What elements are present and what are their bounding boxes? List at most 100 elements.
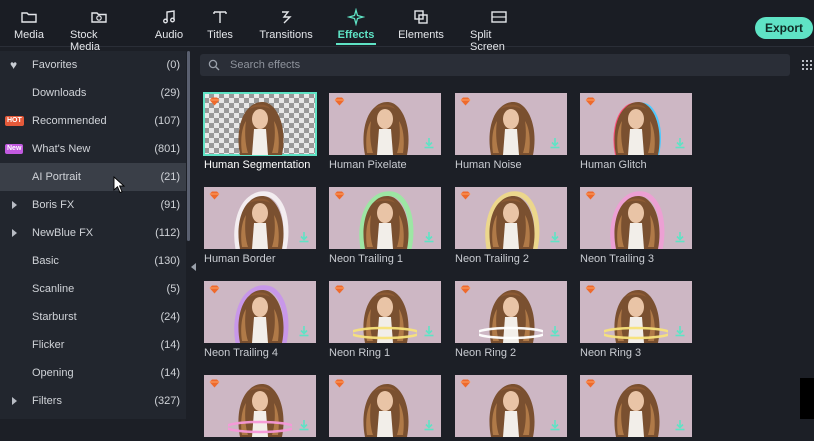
effect-name: Neon Trailing 1 <box>329 253 403 265</box>
tab-split-screen[interactable]: Split Screen <box>470 0 528 53</box>
sidebar-item-count: (5) <box>166 283 180 295</box>
effect-card[interactable]: Neon Ring 2 <box>455 281 567 359</box>
tab-audio[interactable]: Audio <box>154 0 184 46</box>
download-icon[interactable] <box>549 419 561 431</box>
portrait-thumbnail-figure <box>604 289 668 343</box>
sidebar-item-newblue-fx[interactable]: NewBlue FX (112) <box>0 219 186 247</box>
tab-titles[interactable]: Titles <box>206 0 234 46</box>
effect-thumbnail[interactable] <box>455 375 567 437</box>
effect-thumbnail[interactable] <box>455 187 567 249</box>
effect-card[interactable]: Human Pixelate <box>329 93 441 171</box>
download-icon[interactable] <box>298 231 310 243</box>
download-icon[interactable] <box>423 231 435 243</box>
download-icon[interactable] <box>423 137 435 149</box>
effect-card[interactable] <box>580 375 692 441</box>
premium-gem-icon <box>585 379 596 388</box>
effect-card[interactable]: Human Noise <box>455 93 567 171</box>
download-icon[interactable] <box>549 231 561 243</box>
sidebar-item-count: (130) <box>154 255 180 267</box>
effect-card[interactable]: Neon Ring 1 <box>329 281 441 359</box>
premium-gem-icon <box>334 285 345 294</box>
download-icon[interactable] <box>549 325 561 337</box>
effect-card[interactable]: Human Segmentation <box>203 92 317 171</box>
effect-card[interactable] <box>455 375 567 441</box>
effect-thumbnail[interactable] <box>203 92 317 156</box>
effect-thumbnail[interactable] <box>204 375 316 437</box>
expand-arrow-icon[interactable] <box>12 397 17 405</box>
sidebar-item-starburst[interactable]: Starburst (24) <box>0 303 186 331</box>
effect-card[interactable]: Neon Trailing 2 <box>455 187 567 265</box>
sidebar-item-label: Flicker <box>32 339 65 351</box>
window-edge <box>800 378 814 419</box>
tab-label: Elements <box>398 29 444 41</box>
text-t-icon <box>211 8 229 26</box>
effect-card[interactable]: Neon Trailing 4 <box>204 281 316 359</box>
effect-thumbnail[interactable] <box>329 93 441 155</box>
sidebar-item-ai-portrait[interactable]: AI Portrait (21) <box>0 163 186 191</box>
download-icon[interactable] <box>298 419 310 431</box>
effect-card[interactable] <box>329 375 441 441</box>
effect-card[interactable]: Human Border <box>204 187 316 265</box>
sidebar-item-flicker[interactable]: Flicker (14) <box>0 331 186 359</box>
download-icon[interactable] <box>298 325 310 337</box>
download-icon[interactable] <box>549 137 561 149</box>
premium-gem-icon <box>334 97 345 106</box>
search-input[interactable] <box>228 58 772 72</box>
tab-stock-media[interactable]: Stock Media <box>70 0 128 53</box>
download-icon[interactable] <box>674 325 686 337</box>
effect-thumbnail[interactable] <box>204 281 316 343</box>
effect-thumbnail[interactable] <box>455 93 567 155</box>
portrait-thumbnail-figure <box>363 101 409 155</box>
tab-transitions[interactable]: Transitions <box>259 0 313 46</box>
download-icon[interactable] <box>674 231 686 243</box>
portrait-thumbnail-figure <box>359 191 414 249</box>
effect-card[interactable]: Neon Trailing 1 <box>329 187 441 265</box>
tab-label: Effects <box>337 29 375 41</box>
music-note-icon <box>160 8 178 26</box>
effect-thumbnail[interactable] <box>580 93 692 155</box>
tab-elements[interactable]: Elements <box>398 0 444 46</box>
expand-arrow-icon[interactable] <box>12 201 17 209</box>
sidebar-item-count: (801) <box>154 143 180 155</box>
effect-card[interactable] <box>204 375 316 441</box>
effect-thumbnail[interactable] <box>329 375 441 437</box>
export-button[interactable]: Export <box>755 17 813 39</box>
tab-label: Stock Media <box>70 29 100 53</box>
sidebar-item-downloads[interactable]: Downloads (29) <box>0 79 186 107</box>
tab-effects[interactable]: Effects <box>336 0 376 46</box>
expand-arrow-icon[interactable] <box>12 229 17 237</box>
effect-thumbnail[interactable] <box>580 187 692 249</box>
transitions-icon <box>277 8 295 26</box>
effect-thumbnail[interactable] <box>580 375 692 437</box>
effect-card[interactable]: Human Glitch <box>580 93 692 171</box>
effect-card[interactable]: Neon Trailing 3 <box>580 187 692 265</box>
effect-card[interactable]: Neon Ring 3 <box>580 281 692 359</box>
portrait-thumbnail-figure <box>228 383 292 437</box>
effect-thumbnail[interactable] <box>329 281 441 343</box>
effect-thumbnail[interactable] <box>580 281 692 343</box>
sidebar-scrollbar[interactable] <box>187 51 190 241</box>
effect-thumbnail[interactable] <box>329 187 441 249</box>
sidebar-item-favorites[interactable]: ♥ Favorites (0) <box>0 51 186 79</box>
download-icon[interactable] <box>423 419 435 431</box>
grid-view-icon[interactable] <box>802 59 814 71</box>
download-icon[interactable] <box>674 137 686 149</box>
sidebar-item-filters[interactable]: Filters (327) <box>0 387 186 415</box>
collapse-sidebar-icon[interactable] <box>191 263 196 271</box>
sidebar-item-label: Opening <box>32 367 74 379</box>
sidebar-item-scanline[interactable]: Scanline (5) <box>0 275 186 303</box>
effect-name: Human Glitch <box>580 159 647 171</box>
sidebar-item-count: (112) <box>155 227 180 239</box>
sidebar-item-boris-fx[interactable]: Boris FX (91) <box>0 191 186 219</box>
sidebar-item-opening[interactable]: Opening (14) <box>0 359 186 387</box>
sidebar-item-recommended[interactable]: HOT Recommended (107) <box>0 107 186 135</box>
effect-thumbnail[interactable] <box>455 281 567 343</box>
tab-media[interactable]: Media <box>14 0 44 46</box>
download-icon[interactable] <box>674 419 686 431</box>
effect-thumbnail[interactable] <box>204 187 316 249</box>
sidebar-item-whats-new[interactable]: New What's New (801) <box>0 135 186 163</box>
download-icon[interactable] <box>423 325 435 337</box>
sidebar-item-basic[interactable]: Basic (130) <box>0 247 186 275</box>
sidebar-item-label: Downloads <box>32 87 87 99</box>
sidebar-item-count: (14) <box>160 339 180 351</box>
